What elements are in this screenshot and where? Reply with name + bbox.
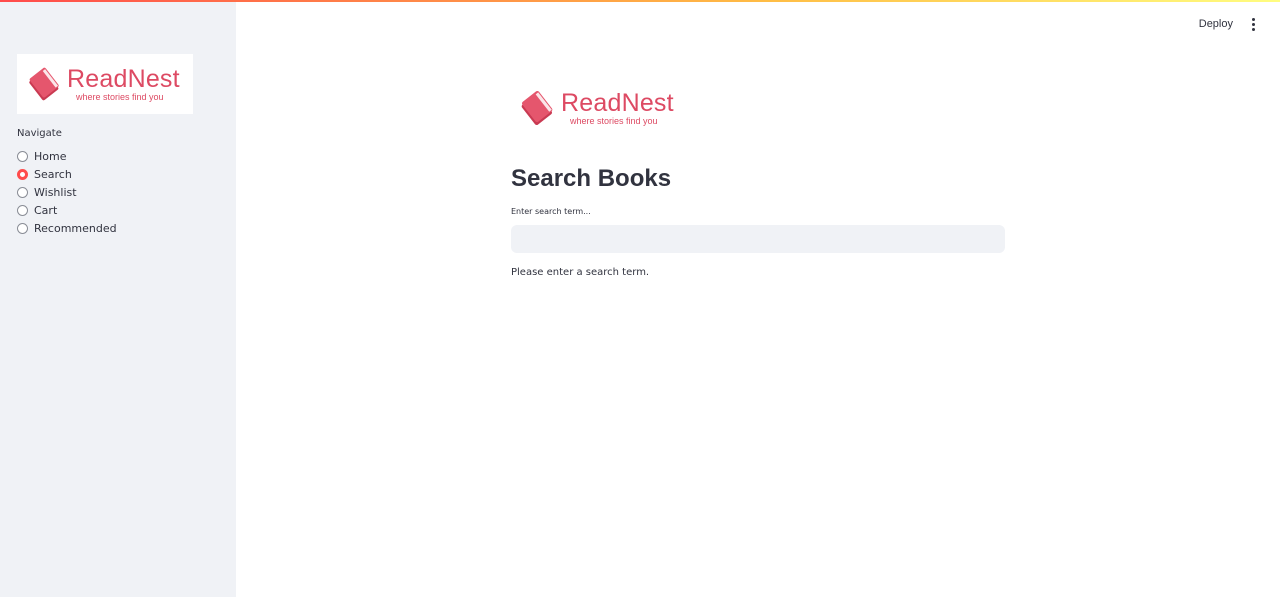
radio-selected-icon[interactable] [17,168,28,180]
page-title: Search Books [511,165,672,192]
nav-radio-recommended[interactable]: Recommended [17,219,117,237]
navigate-label: Navigate [17,128,62,139]
nav-radio-group: Home Search Wishlist Cart Recommended [17,147,117,237]
nav-radio-wishlist[interactable]: Wishlist [17,183,117,201]
top-decoration-line [0,0,1280,2]
book-icon [521,90,553,126]
logo-brand-text: ReadNest [561,88,674,117]
radio-circle-icon[interactable] [17,222,28,234]
book-icon [29,67,59,101]
nav-radio-label: Search [34,167,72,181]
logo-brand-text: ReadNest [67,64,180,93]
nav-radio-search[interactable]: Search [17,165,117,183]
nav-radio-label: Wishlist [34,185,77,199]
header-toolbar: Deploy [1199,16,1258,32]
nav-radio-label: Cart [34,203,58,217]
nav-radio-home[interactable]: Home [17,147,117,165]
radio-circle-icon[interactable] [17,150,28,162]
nav-radio-label: Home [34,149,67,163]
logo-tagline: where stories find you [570,115,658,126]
search-input[interactable] [511,225,1005,253]
info-message: Please enter a search term. [511,267,650,278]
nav-radio-label: Recommended [34,221,117,235]
sidebar: ReadNest where stories find you Navigate… [0,0,236,597]
main-logo: ReadNest where stories find you [511,80,691,136]
sidebar-logo: ReadNest where stories find you [17,54,193,114]
radio-circle-icon[interactable] [17,204,28,216]
kebab-menu-icon[interactable] [1248,16,1258,32]
nav-radio-cart[interactable]: Cart [17,201,117,219]
logo-tagline: where stories find you [76,91,164,102]
deploy-button[interactable]: Deploy [1199,18,1233,30]
search-input-label: Enter search term... [511,207,591,216]
radio-circle-icon[interactable] [17,186,28,198]
